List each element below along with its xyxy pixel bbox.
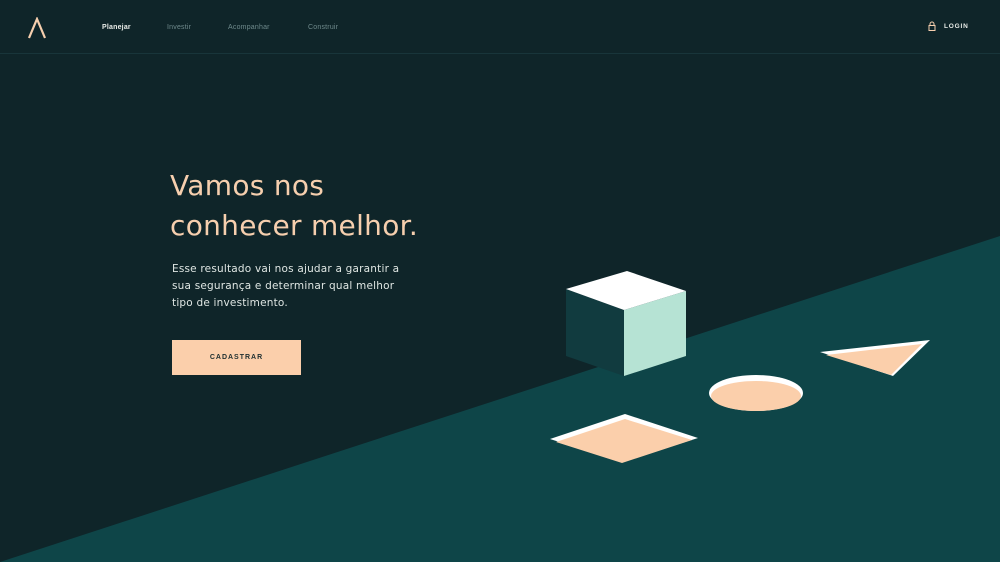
- triangle-shape: [820, 340, 930, 376]
- ellipse-shape: [709, 375, 803, 411]
- cube-shape: [566, 271, 686, 376]
- diamond-shape: [550, 414, 698, 463]
- page: Planejar Investir Acompanhar Construir L…: [0, 0, 1000, 562]
- geometric-illustration: [550, 271, 930, 463]
